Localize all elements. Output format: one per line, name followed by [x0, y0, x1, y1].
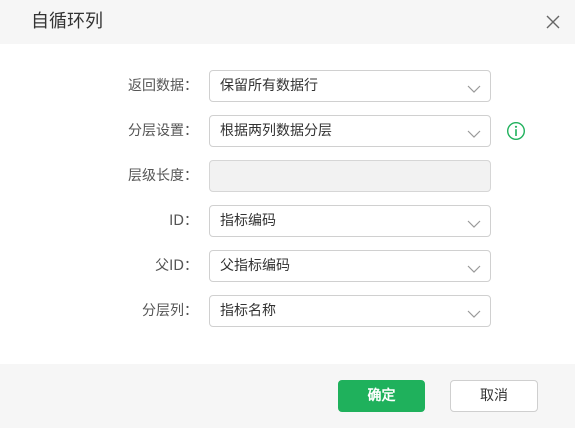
parent-id-row: 父ID： 父指标编码	[0, 250, 575, 282]
chevron-down-icon	[467, 125, 481, 138]
chevron-down-icon	[467, 215, 481, 228]
self-loop-column-dialog: 自循环列 返回数据： 保留所有数据行 分层设置： 根据两列数据分层 层级长度： …	[0, 0, 575, 428]
level-length-input	[209, 160, 491, 192]
id-select[interactable]: 指标编码	[209, 205, 491, 237]
hierarchy-column-row: 分层列： 指标名称	[0, 295, 575, 327]
cancel-button[interactable]: 取消	[450, 380, 538, 412]
parent-id-select[interactable]: 父指标编码	[209, 250, 491, 282]
confirm-button[interactable]: 确定	[338, 380, 425, 412]
hierarchy-column-select[interactable]: 指标名称	[209, 295, 491, 327]
hierarchy-setting-label: 分层设置：	[128, 123, 198, 139]
chevron-down-icon	[467, 260, 481, 273]
hierarchy-setting-value: 根据两列数据分层	[220, 123, 332, 139]
id-row: ID： 指标编码	[0, 205, 575, 237]
dialog-body: 返回数据： 保留所有数据行 分层设置： 根据两列数据分层 层级长度： ID： 指…	[0, 44, 575, 364]
dialog-title: 自循环列	[31, 11, 103, 32]
level-length-label: 层级长度：	[128, 168, 198, 184]
hierarchy-column-value: 指标名称	[220, 303, 276, 319]
info-icon[interactable]	[506, 121, 526, 141]
return-data-label: 返回数据：	[128, 78, 198, 94]
return-data-select[interactable]: 保留所有数据行	[209, 70, 491, 102]
id-value: 指标编码	[220, 213, 276, 229]
close-icon[interactable]	[543, 12, 563, 32]
chevron-down-icon	[467, 80, 481, 93]
chevron-down-icon	[467, 305, 481, 318]
dialog-footer: 确定 取消	[0, 364, 575, 428]
hierarchy-column-label: 分层列：	[142, 303, 198, 319]
dialog-header: 自循环列	[0, 0, 575, 44]
hierarchy-setting-row: 分层设置： 根据两列数据分层	[0, 115, 575, 147]
id-label: ID：	[169, 213, 198, 229]
level-length-row: 层级长度：	[0, 160, 575, 192]
return-data-value: 保留所有数据行	[220, 78, 318, 94]
hierarchy-setting-select[interactable]: 根据两列数据分层	[209, 115, 491, 147]
parent-id-label: 父ID：	[155, 258, 198, 274]
return-data-row: 返回数据： 保留所有数据行	[0, 70, 575, 102]
parent-id-value: 父指标编码	[220, 258, 290, 274]
